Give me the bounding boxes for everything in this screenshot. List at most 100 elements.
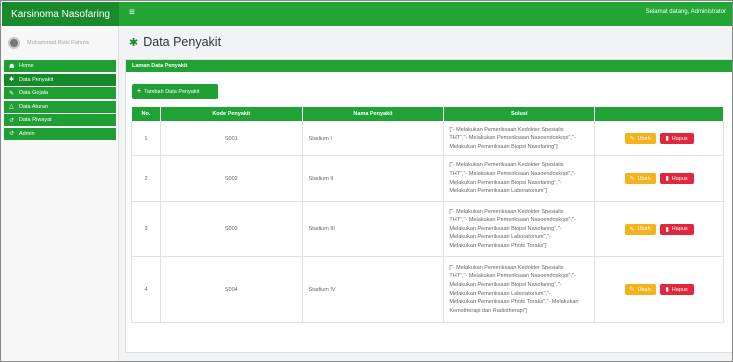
avatar <box>8 37 20 49</box>
penyakit-table: No. Kode Penyakit Nama Penyakit Solusi 1… <box>131 106 724 323</box>
cell-kode: S002 <box>159 155 303 202</box>
delete-label: Hapus <box>671 226 688 232</box>
disease-icon: ✱ <box>9 77 15 83</box>
sidebar-item-label: Data Aturan <box>19 103 49 110</box>
solusi-line: THT","- Melakukan Pemeriksaan Nasoendosk… <box>449 170 576 177</box>
cell-solusi: ["- Melakukan Pemeriksaan Kedokter Spesi… <box>443 121 596 156</box>
cell-solusi: ["- Melakukan Pemeriksaan Kedokter Spesi… <box>443 201 596 257</box>
welcome-text[interactable]: Selamat datang, Administrator <box>646 9 726 15</box>
solusi-line: ["- Melakukan Pemeriksaan Kedokter Spesi… <box>449 264 564 271</box>
delete-button[interactable]: ▮ Hapus <box>659 173 694 184</box>
home-icon: ☗ <box>9 63 15 70</box>
edit-label: Ubah <box>637 226 651 232</box>
cell-no: 3 <box>131 201 161 257</box>
main-content: ✱ Data Penyakit Laman Data Penyakit + Tam… <box>119 26 732 361</box>
cell-nama: Stadium IV <box>301 256 445 323</box>
table-row: 3 S003 Stadium III ["- Melakukan Pemeriksaa… <box>131 201 724 257</box>
cell-aksi: ✎ Ubah ▮ Hapus <box>594 121 724 156</box>
solusi-line: Melakukan Pemeriksaan Biopsi Nasofaring"… <box>449 225 562 232</box>
admin-icon: ↺ <box>9 131 15 137</box>
cell-no: 1 <box>131 121 161 156</box>
trash-icon: ▮ <box>665 176 669 182</box>
table-row: 2 S002 Stadium II ["- Melakukan Pemeriksaan… <box>131 155 724 202</box>
column-header-aksi <box>594 106 724 122</box>
delete-button[interactable]: ▮ Hapus <box>659 223 694 235</box>
solusi-line: ["- Melakukan Pemeriksaan Kedokter Spesi… <box>449 162 564 169</box>
solusi-line: Kemotherapi dan Radiotherapi"] <box>449 307 528 314</box>
column-header-kode: Kode Penyakit <box>159 106 303 122</box>
column-header-solusi: Solusi <box>443 106 596 122</box>
delete-button[interactable]: ▮ Hapus <box>659 284 694 295</box>
solusi-line: Melakukan Pemeriksaan Biopsi Nasofaring"… <box>449 143 558 150</box>
sidebar: Muhammad Rizki Rahma ☗ Home ✱ Data Penyaki… <box>2 26 119 361</box>
add-button-label: Tambah Data Penyakit <box>144 88 200 95</box>
sidebar-item-home[interactable]: ☗ Home <box>4 60 116 72</box>
cell-kode: S001 <box>159 121 303 156</box>
cell-no: 2 <box>131 155 161 202</box>
cell-nama: Stadium III <box>301 201 445 257</box>
top-navbar: ≡ Selamat datang, Administrator <box>119 2 732 26</box>
sidebar-nav: ☗ Home ✱ Data Penyakit ✎ Data Gejala △ Data … <box>2 60 118 140</box>
edit-button[interactable]: ✎ Ubah <box>624 133 656 144</box>
user-name: Muhammad Rizki Rahma <box>27 40 89 46</box>
cell-nama: Stadium I <box>301 121 445 156</box>
delete-button[interactable]: ▮ Hapus <box>659 133 694 144</box>
solusi-line: Melakukan Pemeriksaan Laboratorium"] <box>449 188 547 195</box>
page-title-text: Data Penyakit <box>143 35 222 49</box>
table-row: 1 S001 Stadium I ["- Melakukan Pemeriksaan … <box>131 121 724 156</box>
user-panel: Muhammad Rizki Rahma <box>2 26 118 60</box>
edit-button[interactable]: ✎ Ubah <box>624 223 656 235</box>
hamburger-icon[interactable]: ≡ <box>129 7 135 18</box>
app-window: Karsinoma Nasofaring ≡ Selamat datang, A… <box>0 0 733 362</box>
sidebar-item-data-aturan[interactable]: △ Data Aturan <box>4 100 116 113</box>
sidebar-item-label: Data Riwayat <box>19 117 52 123</box>
edit-icon: ✎ <box>629 136 635 142</box>
cell-solusi: ["- Melakukan Pemeriksaan Kedokter Spesi… <box>443 256 596 323</box>
delete-label: Hapus <box>671 286 688 293</box>
edit-icon: ✎ <box>629 287 635 293</box>
delete-label: Hapus <box>671 135 688 142</box>
trash-icon: ▮ <box>665 226 669 233</box>
edit-icon: ✎ <box>629 176 635 182</box>
solusi-line: ["- Melakukan Pemeriksaan Kedokter Spesi… <box>449 126 564 133</box>
cell-no: 4 <box>131 256 161 323</box>
trash-icon: ▮ <box>665 287 669 293</box>
sidebar-item-data-gejala[interactable]: ✎ Data Gejala <box>4 87 116 99</box>
solusi-line: THT","- Melakukan Pemeriksaan Nasoendosk… <box>449 273 576 280</box>
page-title: ✱ Data Penyakit <box>129 35 221 49</box>
solusi-line: Melakukan Pemeriksaan Photo Toraks"] <box>449 242 547 249</box>
solusi-line: Melakukan Pemeriksaan Laboratorium","- <box>449 290 551 297</box>
sidebar-item-data-riwayat[interactable]: ↺ Data Riwayat <box>4 114 116 126</box>
disease-icon: ✱ <box>129 36 139 49</box>
solusi-line: THT","- Melakukan Pemeriksaan Nasoendosk… <box>449 217 576 224</box>
data-panel: Laman Data Penyakit + Tambah Data Penyaki… <box>125 59 732 353</box>
solusi-line: Melakukan Pemeriksaan Laboratorium","- <box>449 234 551 241</box>
sidebar-item-label: Data Gejala <box>19 90 49 96</box>
solusi-line: Melakukan Pemeriksaan Biopsi Nasofaring"… <box>449 281 562 288</box>
brand-title[interactable]: Karsinoma Nasofaring <box>2 2 119 26</box>
edit-label: Ubah <box>637 175 651 182</box>
plus-icon: + <box>137 88 142 95</box>
panel-header: Laman Data Penyakit <box>126 60 732 72</box>
solusi-line: Melakukan Pemeriksaan Biopsi Nasofaring"… <box>449 179 562 186</box>
sidebar-item-admin[interactable]: ↺ Admin <box>4 127 116 140</box>
cell-aksi: ✎ Ubah ▮ Hapus <box>594 155 724 202</box>
cell-aksi: ✎ Ubah ▮ Hapus <box>594 256 724 323</box>
edit-label: Ubah <box>637 135 651 142</box>
history-icon: ↺ <box>9 117 15 124</box>
add-penyakit-button[interactable]: + Tambah Data Penyakit <box>132 84 218 99</box>
table-row: 4 S004 Stadium IV ["- Melakukan Pemeriksaan… <box>131 256 724 323</box>
sidebar-item-data-penyakit[interactable]: ✱ Data Penyakit <box>4 73 116 86</box>
cell-kode: S003 <box>159 201 303 257</box>
pencil-icon: ✎ <box>9 90 15 97</box>
cell-nama: Stadium II <box>301 155 445 202</box>
cell-aksi: ✎ Ubah ▮ Hapus <box>594 201 724 257</box>
edit-label: Ubah <box>637 286 651 293</box>
cell-solusi: ["- Melakukan Pemeriksaan Kedokter Spesi… <box>443 155 596 202</box>
sidebar-item-label: Home <box>19 63 34 69</box>
sidebar-item-label: Data Penyakit <box>19 76 54 83</box>
sidebar-item-label: Admin <box>19 130 35 137</box>
edit-button[interactable]: ✎ Ubah <box>624 173 656 184</box>
edit-button[interactable]: ✎ Ubah <box>624 284 656 295</box>
table-header-row: No. Kode Penyakit Nama Penyakit Solusi <box>131 106 724 122</box>
